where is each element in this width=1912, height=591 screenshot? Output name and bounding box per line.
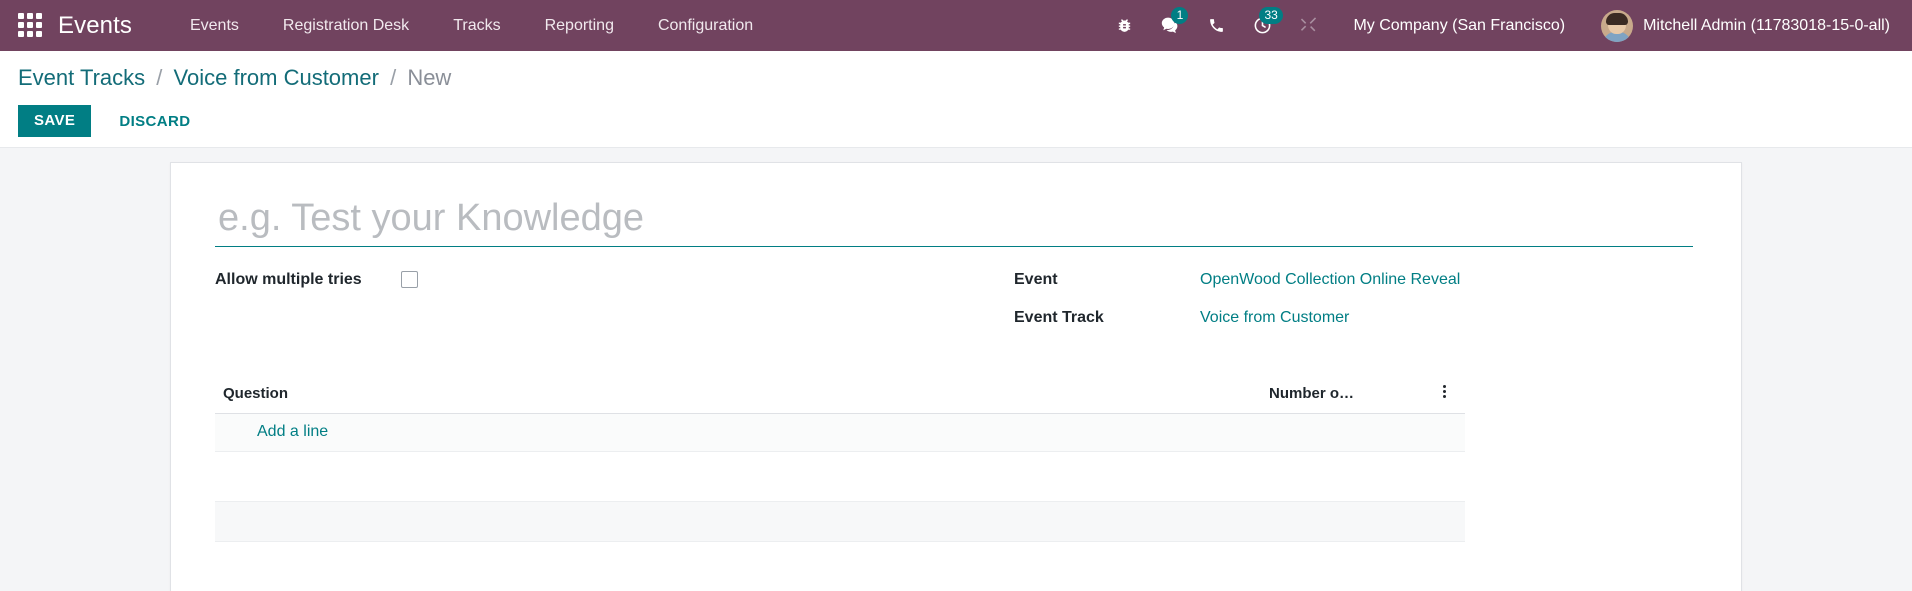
main-menu: Events Registration Desk Tracks Reportin… <box>168 0 775 51</box>
apps-grid-dot <box>27 12 33 19</box>
questions-one2many: Question Number o… Add a line <box>215 379 1697 542</box>
field-value-event[interactable]: OpenWood Collection Online Reveal <box>1200 269 1460 291</box>
apps-grid-dot <box>18 30 24 37</box>
tools-icon[interactable] <box>1285 0 1331 51</box>
apps-grid-dot <box>36 21 42 28</box>
questions-table-body: Add a line <box>215 413 1465 542</box>
user-avatar <box>1601 9 1634 42</box>
form-column-right: Event OpenWood Collection Online Reveal … <box>956 269 1697 345</box>
breadcrumb-separator: / <box>390 65 397 90</box>
messages-icon[interactable]: 1 <box>1147 0 1193 51</box>
apps-grid-dot <box>36 12 42 19</box>
breadcrumb: Event Tracks / Voice from Customer / New <box>0 63 1912 93</box>
form-actions: SAVE DISCARD <box>0 105 1912 137</box>
apps-grid-dot <box>27 30 33 37</box>
questions-table: Question Number o… Add a line <box>215 379 1465 542</box>
apps-grid-icon[interactable] <box>18 12 44 39</box>
messages-count-badge: 1 <box>1171 7 1189 24</box>
apps-grid-dot <box>18 12 24 19</box>
form-fields-grid: Allow multiple tries Event OpenWood Coll… <box>215 269 1697 345</box>
questions-table-head: Question Number o… <box>215 379 1465 414</box>
field-event-track: Event Track Voice from Customer <box>1014 307 1697 338</box>
form-sheet: Allow multiple tries Event OpenWood Coll… <box>170 162 1742 591</box>
apps-grid-dot <box>18 21 24 28</box>
menu-item-events[interactable]: Events <box>168 0 261 51</box>
field-event: Event OpenWood Collection Online Reveal <box>1014 269 1697 300</box>
questions-header-row: Question Number o… <box>215 379 1465 414</box>
quiz-title-input[interactable] <box>215 197 1693 247</box>
clock-icon[interactable]: 33 <box>1239 0 1285 51</box>
apps-grid-dot <box>27 21 33 28</box>
breadcrumb-separator: / <box>156 65 163 90</box>
systray: 1 33 My Company (San Francisco) Mitchell… <box>1101 0 1894 51</box>
field-allow-multiple-tries: Allow multiple tries <box>215 269 956 300</box>
column-header-question[interactable]: Question <box>215 379 1261 414</box>
field-label-event-track: Event Track <box>1014 309 1104 326</box>
breadcrumb-item-voice-from-customer[interactable]: Voice from Customer <box>174 65 379 90</box>
breadcrumb-item-event-tracks[interactable]: Event Tracks <box>18 65 145 90</box>
apps-grid-dot <box>36 30 42 37</box>
control-panel: Event Tracks / Voice from Customer / New… <box>0 51 1912 148</box>
discard-button[interactable]: DISCARD <box>103 106 206 137</box>
field-label-allow-multiple-tries: Allow multiple tries <box>215 271 362 288</box>
optional-columns-header <box>1431 379 1465 414</box>
phone-icon[interactable] <box>1193 0 1239 51</box>
dot <box>1443 390 1446 393</box>
bug-icon[interactable] <box>1101 0 1147 51</box>
dot <box>1443 395 1446 398</box>
form-column-left: Allow multiple tries <box>215 269 956 345</box>
column-header-number-of[interactable]: Number o… <box>1261 379 1431 414</box>
table-spacer-cell <box>215 451 1465 502</box>
form-sheet-background: Allow multiple tries Event OpenWood Coll… <box>0 148 1912 591</box>
avatar-hair <box>1606 13 1629 26</box>
activities-count-badge: 33 <box>1259 7 1283 24</box>
company-switcher[interactable]: My Company (San Francisco) <box>1331 17 1581 35</box>
menu-item-configuration[interactable]: Configuration <box>636 0 775 51</box>
table-footer-row <box>215 501 1465 542</box>
user-name-label: Mitchell Admin (11783018-15-0-all) <box>1643 16 1890 34</box>
save-button[interactable]: SAVE <box>18 105 92 137</box>
user-menu[interactable]: Mitchell Admin (11783018-15-0-all) <box>1581 9 1894 42</box>
top-navbar: Events Events Registration Desk Tracks R… <box>0 0 1912 51</box>
table-footer-cell <box>215 501 1465 542</box>
vertical-dots-icon[interactable] <box>1439 383 1450 400</box>
menu-item-tracks[interactable]: Tracks <box>431 0 522 51</box>
field-label-event: Event <box>1014 271 1058 288</box>
menu-item-registration-desk[interactable]: Registration Desk <box>261 0 431 51</box>
add-line-cell: Add a line <box>215 413 1465 452</box>
dot <box>1443 385 1446 388</box>
title-row <box>215 191 1697 247</box>
add-a-line-link[interactable]: Add a line <box>257 423 328 440</box>
field-value-event-track[interactable]: Voice from Customer <box>1200 307 1349 329</box>
add-line-row[interactable]: Add a line <box>215 413 1465 452</box>
allow-multiple-tries-checkbox[interactable] <box>401 271 418 288</box>
breadcrumb-item-new: New <box>407 65 452 90</box>
menu-item-reporting[interactable]: Reporting <box>523 0 636 51</box>
app-brand-events[interactable]: Events <box>58 12 132 40</box>
table-spacer-row <box>215 451 1465 502</box>
